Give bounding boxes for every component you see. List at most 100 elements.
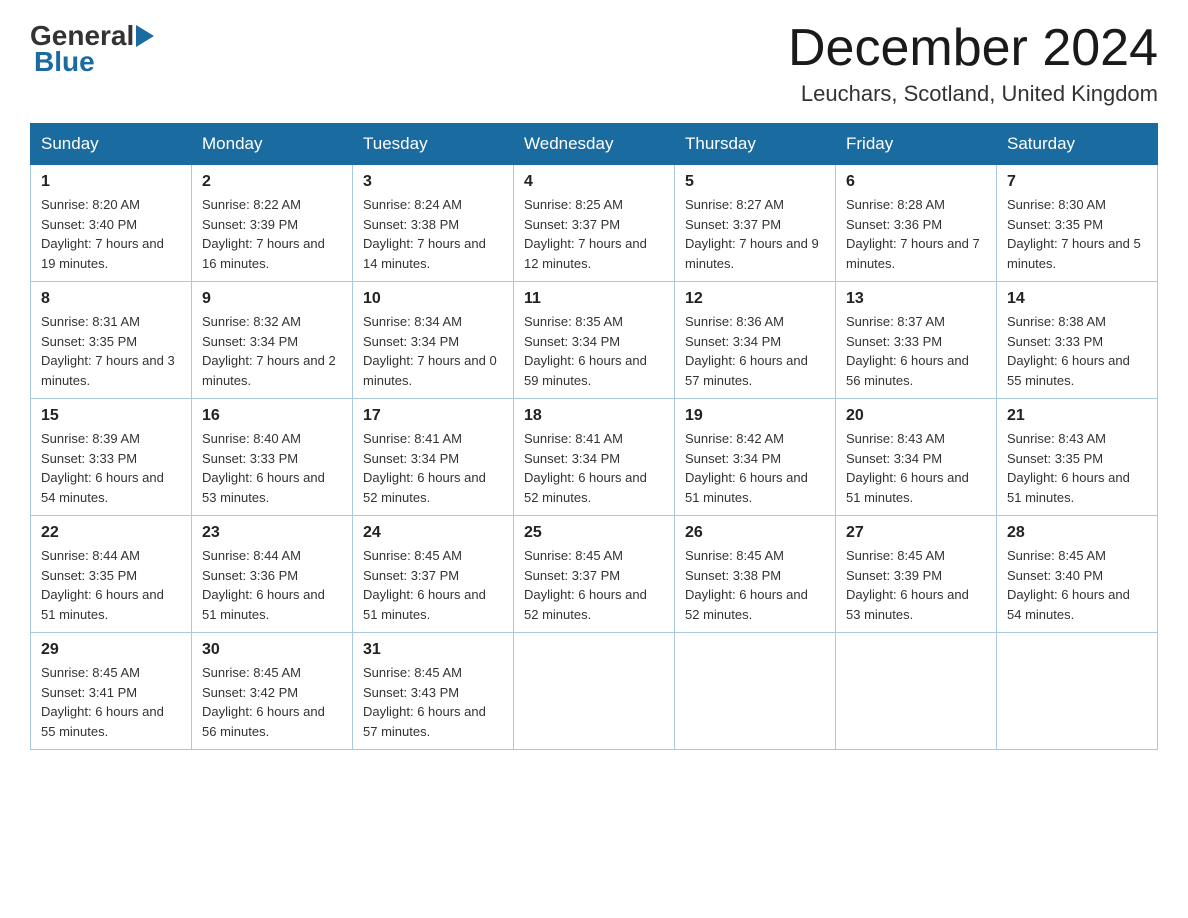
day-info: Sunrise: 8:42 AMSunset: 3:34 PMDaylight:… (685, 431, 808, 505)
day-number: 24 (363, 524, 503, 542)
day-number: 11 (524, 290, 664, 308)
weekday-header-monday: Monday (192, 124, 353, 165)
calendar-week-row: 22 Sunrise: 8:44 AMSunset: 3:35 PMDaylig… (31, 516, 1158, 633)
location-subtitle: Leuchars, Scotland, United Kingdom (788, 81, 1158, 107)
day-info: Sunrise: 8:44 AMSunset: 3:35 PMDaylight:… (41, 548, 164, 622)
day-number: 21 (1007, 407, 1147, 425)
calendar-week-row: 8 Sunrise: 8:31 AMSunset: 3:35 PMDayligh… (31, 282, 1158, 399)
day-number: 23 (202, 524, 342, 542)
calendar-cell: 16 Sunrise: 8:40 AMSunset: 3:33 PMDaylig… (192, 399, 353, 516)
logo-triangle-icon (136, 25, 154, 47)
day-info: Sunrise: 8:40 AMSunset: 3:33 PMDaylight:… (202, 431, 325, 505)
day-info: Sunrise: 8:31 AMSunset: 3:35 PMDaylight:… (41, 314, 175, 388)
day-info: Sunrise: 8:39 AMSunset: 3:33 PMDaylight:… (41, 431, 164, 505)
calendar-cell: 11 Sunrise: 8:35 AMSunset: 3:34 PMDaylig… (514, 282, 675, 399)
calendar-cell: 21 Sunrise: 8:43 AMSunset: 3:35 PMDaylig… (997, 399, 1158, 516)
day-number: 27 (846, 524, 986, 542)
day-info: Sunrise: 8:25 AMSunset: 3:37 PMDaylight:… (524, 197, 647, 271)
day-number: 2 (202, 173, 342, 191)
calendar-cell: 17 Sunrise: 8:41 AMSunset: 3:34 PMDaylig… (353, 399, 514, 516)
day-number: 17 (363, 407, 503, 425)
day-number: 13 (846, 290, 986, 308)
day-info: Sunrise: 8:45 AMSunset: 3:41 PMDaylight:… (41, 665, 164, 739)
calendar-cell: 30 Sunrise: 8:45 AMSunset: 3:42 PMDaylig… (192, 633, 353, 750)
weekday-header-tuesday: Tuesday (353, 124, 514, 165)
day-info: Sunrise: 8:24 AMSunset: 3:38 PMDaylight:… (363, 197, 486, 271)
day-number: 14 (1007, 290, 1147, 308)
day-info: Sunrise: 8:45 AMSunset: 3:38 PMDaylight:… (685, 548, 808, 622)
calendar-cell: 24 Sunrise: 8:45 AMSunset: 3:37 PMDaylig… (353, 516, 514, 633)
weekday-header-sunday: Sunday (31, 124, 192, 165)
calendar-cell: 18 Sunrise: 8:41 AMSunset: 3:34 PMDaylig… (514, 399, 675, 516)
calendar-cell: 25 Sunrise: 8:45 AMSunset: 3:37 PMDaylig… (514, 516, 675, 633)
calendar-cell: 29 Sunrise: 8:45 AMSunset: 3:41 PMDaylig… (31, 633, 192, 750)
day-number: 25 (524, 524, 664, 542)
calendar-cell: 10 Sunrise: 8:34 AMSunset: 3:34 PMDaylig… (353, 282, 514, 399)
day-info: Sunrise: 8:45 AMSunset: 3:42 PMDaylight:… (202, 665, 325, 739)
weekday-header-friday: Friday (836, 124, 997, 165)
day-number: 10 (363, 290, 503, 308)
calendar-cell: 19 Sunrise: 8:42 AMSunset: 3:34 PMDaylig… (675, 399, 836, 516)
day-number: 12 (685, 290, 825, 308)
day-number: 9 (202, 290, 342, 308)
day-number: 3 (363, 173, 503, 191)
calendar-cell: 22 Sunrise: 8:44 AMSunset: 3:35 PMDaylig… (31, 516, 192, 633)
day-number: 19 (685, 407, 825, 425)
calendar-cell: 6 Sunrise: 8:28 AMSunset: 3:36 PMDayligh… (836, 165, 997, 282)
calendar-cell: 8 Sunrise: 8:31 AMSunset: 3:35 PMDayligh… (31, 282, 192, 399)
day-info: Sunrise: 8:43 AMSunset: 3:35 PMDaylight:… (1007, 431, 1130, 505)
day-number: 26 (685, 524, 825, 542)
day-number: 8 (41, 290, 181, 308)
day-info: Sunrise: 8:35 AMSunset: 3:34 PMDaylight:… (524, 314, 647, 388)
calendar-table: SundayMondayTuesdayWednesdayThursdayFrid… (30, 123, 1158, 750)
title-block: December 2024 Leuchars, Scotland, United… (788, 20, 1158, 107)
day-number: 28 (1007, 524, 1147, 542)
day-number: 1 (41, 173, 181, 191)
calendar-cell: 15 Sunrise: 8:39 AMSunset: 3:33 PMDaylig… (31, 399, 192, 516)
weekday-header-thursday: Thursday (675, 124, 836, 165)
day-info: Sunrise: 8:20 AMSunset: 3:40 PMDaylight:… (41, 197, 164, 271)
calendar-cell: 26 Sunrise: 8:45 AMSunset: 3:38 PMDaylig… (675, 516, 836, 633)
calendar-cell: 4 Sunrise: 8:25 AMSunset: 3:37 PMDayligh… (514, 165, 675, 282)
weekday-header-saturday: Saturday (997, 124, 1158, 165)
calendar-cell: 23 Sunrise: 8:44 AMSunset: 3:36 PMDaylig… (192, 516, 353, 633)
day-number: 6 (846, 173, 986, 191)
day-info: Sunrise: 8:45 AMSunset: 3:37 PMDaylight:… (524, 548, 647, 622)
calendar-week-row: 15 Sunrise: 8:39 AMSunset: 3:33 PMDaylig… (31, 399, 1158, 516)
page-header: General Blue December 2024 Leuchars, Sco… (30, 20, 1158, 107)
calendar-cell: 5 Sunrise: 8:27 AMSunset: 3:37 PMDayligh… (675, 165, 836, 282)
calendar-cell: 9 Sunrise: 8:32 AMSunset: 3:34 PMDayligh… (192, 282, 353, 399)
calendar-cell: 14 Sunrise: 8:38 AMSunset: 3:33 PMDaylig… (997, 282, 1158, 399)
day-number: 31 (363, 641, 503, 659)
day-info: Sunrise: 8:45 AMSunset: 3:37 PMDaylight:… (363, 548, 486, 622)
day-info: Sunrise: 8:41 AMSunset: 3:34 PMDaylight:… (524, 431, 647, 505)
day-info: Sunrise: 8:30 AMSunset: 3:35 PMDaylight:… (1007, 197, 1141, 271)
day-number: 16 (202, 407, 342, 425)
day-number: 20 (846, 407, 986, 425)
calendar-cell: 7 Sunrise: 8:30 AMSunset: 3:35 PMDayligh… (997, 165, 1158, 282)
calendar-cell: 31 Sunrise: 8:45 AMSunset: 3:43 PMDaylig… (353, 633, 514, 750)
weekday-header-wednesday: Wednesday (514, 124, 675, 165)
day-info: Sunrise: 8:45 AMSunset: 3:39 PMDaylight:… (846, 548, 969, 622)
day-number: 4 (524, 173, 664, 191)
day-info: Sunrise: 8:38 AMSunset: 3:33 PMDaylight:… (1007, 314, 1130, 388)
calendar-cell: 20 Sunrise: 8:43 AMSunset: 3:34 PMDaylig… (836, 399, 997, 516)
day-number: 22 (41, 524, 181, 542)
day-info: Sunrise: 8:41 AMSunset: 3:34 PMDaylight:… (363, 431, 486, 505)
calendar-cell: 13 Sunrise: 8:37 AMSunset: 3:33 PMDaylig… (836, 282, 997, 399)
day-info: Sunrise: 8:44 AMSunset: 3:36 PMDaylight:… (202, 548, 325, 622)
day-info: Sunrise: 8:27 AMSunset: 3:37 PMDaylight:… (685, 197, 819, 271)
weekday-header-row: SundayMondayTuesdayWednesdayThursdayFrid… (31, 124, 1158, 165)
day-info: Sunrise: 8:45 AMSunset: 3:43 PMDaylight:… (363, 665, 486, 739)
calendar-cell: 12 Sunrise: 8:36 AMSunset: 3:34 PMDaylig… (675, 282, 836, 399)
calendar-cell: 1 Sunrise: 8:20 AMSunset: 3:40 PMDayligh… (31, 165, 192, 282)
day-info: Sunrise: 8:37 AMSunset: 3:33 PMDaylight:… (846, 314, 969, 388)
calendar-cell: 3 Sunrise: 8:24 AMSunset: 3:38 PMDayligh… (353, 165, 514, 282)
logo: General Blue (30, 20, 154, 78)
day-number: 29 (41, 641, 181, 659)
calendar-cell (997, 633, 1158, 750)
day-number: 15 (41, 407, 181, 425)
day-info: Sunrise: 8:36 AMSunset: 3:34 PMDaylight:… (685, 314, 808, 388)
day-info: Sunrise: 8:43 AMSunset: 3:34 PMDaylight:… (846, 431, 969, 505)
calendar-cell: 2 Sunrise: 8:22 AMSunset: 3:39 PMDayligh… (192, 165, 353, 282)
